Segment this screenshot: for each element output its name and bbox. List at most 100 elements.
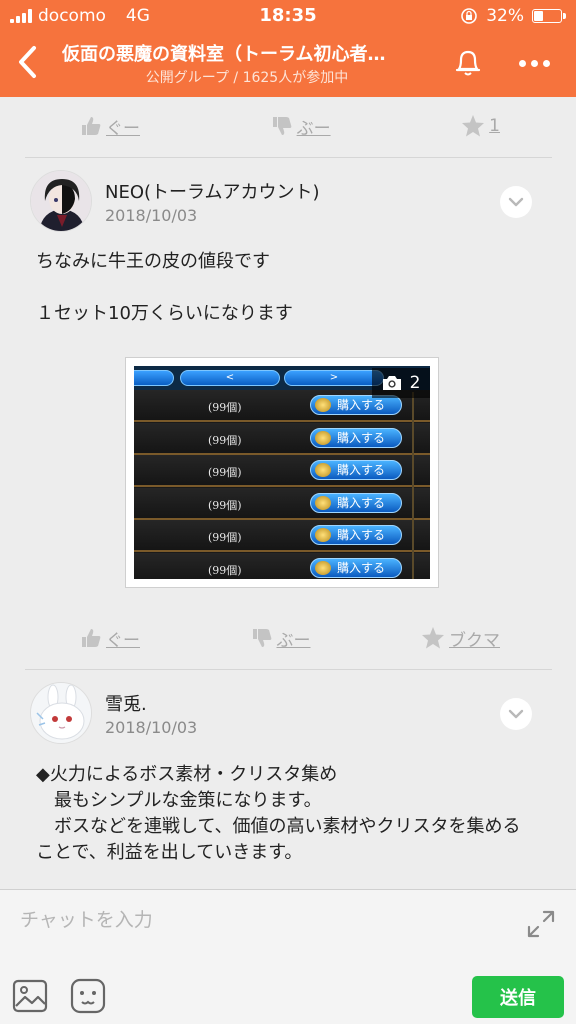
shop-row: (99個) 購入する: [134, 422, 430, 455]
star-icon: [422, 627, 444, 649]
camera-icon: [382, 376, 401, 390]
favorite-count: 1: [489, 116, 500, 136]
rabbit-avatar-icon: [31, 683, 91, 743]
post-body: ちなみに牛王の皮の値段です １セット10万くらいになります: [36, 251, 293, 324]
user-avatar-icon: [31, 171, 91, 231]
buy-button: 購入する: [310, 460, 402, 480]
post-header: 雪兎. 2018/10/03: [30, 682, 550, 746]
shop-row: (99個) 購入する: [134, 487, 430, 520]
shop-item-quantity: (99個): [208, 498, 242, 512]
post-actions: ぐー ぶー ブクマ: [80, 622, 500, 654]
thumbs-down-icon: [272, 117, 291, 135]
shop-row: (99個) 購入する: [134, 552, 430, 579]
battery-percent: 32%: [486, 6, 524, 26]
chat-input[interactable]: [20, 904, 500, 936]
like-button[interactable]: ぐー: [80, 114, 140, 139]
bookmark-label: ブクマ: [449, 630, 500, 651]
photo-count-badge: 2: [372, 368, 430, 398]
buy-button-label: 購入する: [337, 463, 386, 477]
expand-input-button[interactable]: [525, 908, 557, 940]
dislike-button[interactable]: ぶー: [251, 626, 311, 651]
coin-icon: [315, 430, 331, 445]
chevron-down-icon: [508, 709, 524, 719]
status-bar: docomo 4G 18:35 32%: [0, 0, 576, 32]
chevron-down-icon: [508, 197, 524, 207]
shop-item-quantity: (99個): [208, 401, 242, 414]
photo-content: < > (99個) 購入する (99個) 購入する (99個) 購入する (99個) 購入する…: [134, 366, 430, 579]
notification-button[interactable]: [450, 44, 486, 80]
more-dot-icon: [542, 59, 550, 67]
photo-tab: [134, 370, 174, 386]
avatar[interactable]: [30, 682, 92, 744]
post-menu-button[interactable]: [500, 186, 532, 218]
post-date: 2018/10/03: [105, 206, 198, 225]
thumbs-down-icon: [252, 629, 271, 647]
send-button[interactable]: 送信: [472, 976, 564, 1018]
buy-button-label: 購入する: [337, 560, 386, 575]
stamp-button[interactable]: [70, 978, 106, 1014]
photo-tab-next: >: [284, 370, 384, 386]
shop-row: (99個) 購入する: [134, 520, 430, 552]
bookmark-button[interactable]: ブクマ: [421, 626, 500, 651]
buy-button: 購入する: [310, 557, 402, 578]
buy-button: 購入する: [310, 427, 402, 448]
coin-icon: [315, 528, 331, 542]
smiley-icon: [70, 978, 106, 1014]
like-label: ぐー: [106, 630, 140, 651]
thumbs-up-icon: [82, 117, 101, 135]
buy-button-label: 購入する: [337, 528, 386, 542]
shop-item-quantity: (99個): [208, 433, 242, 447]
buy-button: 購入する: [310, 525, 402, 545]
dislike-label: ぶー: [276, 630, 311, 651]
more-options-button[interactable]: [512, 48, 556, 78]
more-dot-icon: [518, 59, 526, 67]
divider: [25, 157, 552, 158]
bell-icon: [455, 50, 481, 76]
divider: [25, 669, 552, 670]
coin-icon: [315, 560, 331, 575]
image-icon: [12, 979, 48, 1013]
attach-image-button[interactable]: [12, 978, 48, 1014]
group-subtitle: 公開グループ / 1625人が参加中: [145, 70, 349, 86]
favorite-button[interactable]: 1: [461, 114, 500, 138]
buy-button: 購入する: [310, 492, 402, 513]
thumbs-up-icon: [82, 629, 101, 647]
previous-post-actions: ぐー ぶー 1: [80, 110, 500, 142]
status-right: 32%: [460, 6, 566, 26]
buy-button-label: 購入する: [337, 398, 386, 412]
post-menu-button[interactable]: [500, 698, 532, 730]
shop-item-quantity: (99個): [208, 466, 242, 479]
back-button[interactable]: [10, 42, 44, 82]
shop-item-quantity: (99個): [208, 531, 242, 544]
star-icon: [462, 115, 485, 137]
post-author: NEO(トーラムアカウント): [105, 182, 320, 203]
rotation-lock-icon: [461, 8, 478, 24]
post-body: ◆火力によるボス素材・クリスタ集め 最もシンプルな金策になります。 ボスなどを連…: [36, 764, 521, 863]
battery-icon: [532, 9, 566, 23]
more-dot-icon: [530, 59, 538, 67]
coin-icon: [315, 495, 331, 510]
photo-scrollbar: [412, 392, 414, 579]
buy-button-label: 購入する: [337, 495, 386, 510]
post-header: NEO(トーラムアカウント) 2018/10/03: [30, 170, 550, 234]
post-date: 2018/10/03: [105, 718, 198, 737]
chevron-left-icon: [19, 46, 36, 78]
coin-icon: [315, 463, 331, 477]
dislike-button[interactable]: ぶー: [271, 114, 331, 139]
buy-button-label: 購入する: [337, 430, 386, 445]
photo-tab-prev: <: [180, 370, 280, 386]
shop-row: (99個) 購入する: [134, 455, 430, 487]
buy-button: 購入する: [310, 395, 402, 415]
post-author: 雪兎.: [105, 694, 147, 715]
group-title: 仮面の悪魔の資料室（トーラム初心者…: [62, 44, 386, 65]
avatar[interactable]: [30, 170, 92, 232]
coin-icon: [315, 398, 331, 412]
like-label: ぐー: [106, 118, 140, 139]
photo-count: 2: [409, 373, 421, 393]
post-photo[interactable]: < > (99個) 購入する (99個) 購入する (99個) 購入する (99個) 購入する…: [125, 357, 439, 588]
shop-item-quantity: (99個): [208, 563, 242, 577]
like-button[interactable]: ぐー: [80, 626, 140, 651]
app-header: docomo 4G 18:35 32% 仮面の悪魔の資料室（トーラム初心者… 公…: [0, 0, 576, 97]
dislike-label: ぶー: [296, 118, 331, 139]
chat-footer: 送信: [0, 889, 576, 1024]
